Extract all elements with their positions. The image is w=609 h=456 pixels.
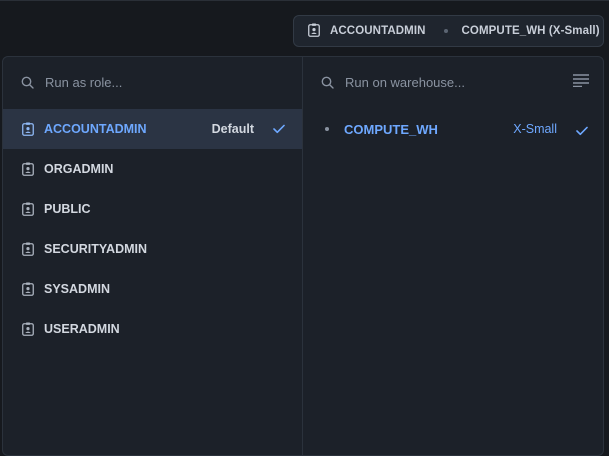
role-list: ACCOUNTADMIN Default ORGADMIN PUBLIC SEC… xyxy=(3,109,302,349)
separator-dot xyxy=(443,29,448,33)
role-badge-icon xyxy=(22,322,34,336)
default-badge: Default xyxy=(211,122,254,136)
role-label: PUBLIC xyxy=(44,202,91,216)
current-warehouse-label: COMPUTE_WH (X-Small) xyxy=(461,25,600,37)
role-badge-icon xyxy=(22,282,34,296)
warehouse-size: X-Small xyxy=(513,122,557,136)
role-badge-icon xyxy=(308,23,320,40)
search-icon xyxy=(321,76,334,89)
warehouse-label: COMPUTE_WH xyxy=(344,121,438,137)
role-badge-icon xyxy=(22,122,34,136)
context-popover: ACCOUNTADMIN Default ORGADMIN PUBLIC xyxy=(2,56,604,456)
current-role-label: ACCOUNTADMIN xyxy=(330,25,426,37)
context-selector-button[interactable]: ACCOUNTADMIN COMPUTE_WH (X-Small) xyxy=(293,15,604,47)
lines-icon[interactable] xyxy=(573,74,589,92)
warehouse-pane: COMPUTE_WH X-Small xyxy=(303,57,603,455)
role-search-input[interactable] xyxy=(45,74,245,90)
role-search-row xyxy=(3,57,302,107)
warehouse-search-input[interactable] xyxy=(345,74,545,90)
check-icon xyxy=(273,123,285,137)
role-label: SECURITYADMIN xyxy=(44,242,148,256)
role-item-accountadmin[interactable]: ACCOUNTADMIN Default xyxy=(3,109,302,149)
role-item-securityadmin[interactable]: SECURITYADMIN xyxy=(3,229,302,269)
role-item-useradmin[interactable]: USERADMIN xyxy=(3,309,302,349)
role-label: ACCOUNTADMIN xyxy=(44,122,147,136)
search-icon xyxy=(21,76,34,89)
role-badge-icon xyxy=(22,202,34,216)
role-label: USERADMIN xyxy=(44,322,120,336)
top-bar: ACCOUNTADMIN COMPUTE_WH (X-Small) xyxy=(0,0,609,52)
status-dot xyxy=(325,127,329,131)
role-badge-icon xyxy=(22,242,34,256)
role-item-public[interactable]: PUBLIC xyxy=(3,189,302,229)
role-badge-icon xyxy=(22,162,34,176)
role-item-sysadmin[interactable]: SYSADMIN xyxy=(3,269,302,309)
warehouse-item-compute-wh[interactable]: COMPUTE_WH X-Small xyxy=(303,109,603,149)
role-label: SYSADMIN xyxy=(44,282,110,296)
role-item-orgadmin[interactable]: ORGADMIN xyxy=(3,149,302,189)
role-label: ORGADMIN xyxy=(44,162,114,176)
check-icon xyxy=(576,124,588,139)
roles-pane: ACCOUNTADMIN Default ORGADMIN PUBLIC xyxy=(3,57,303,455)
warehouse-search-row xyxy=(303,57,603,107)
